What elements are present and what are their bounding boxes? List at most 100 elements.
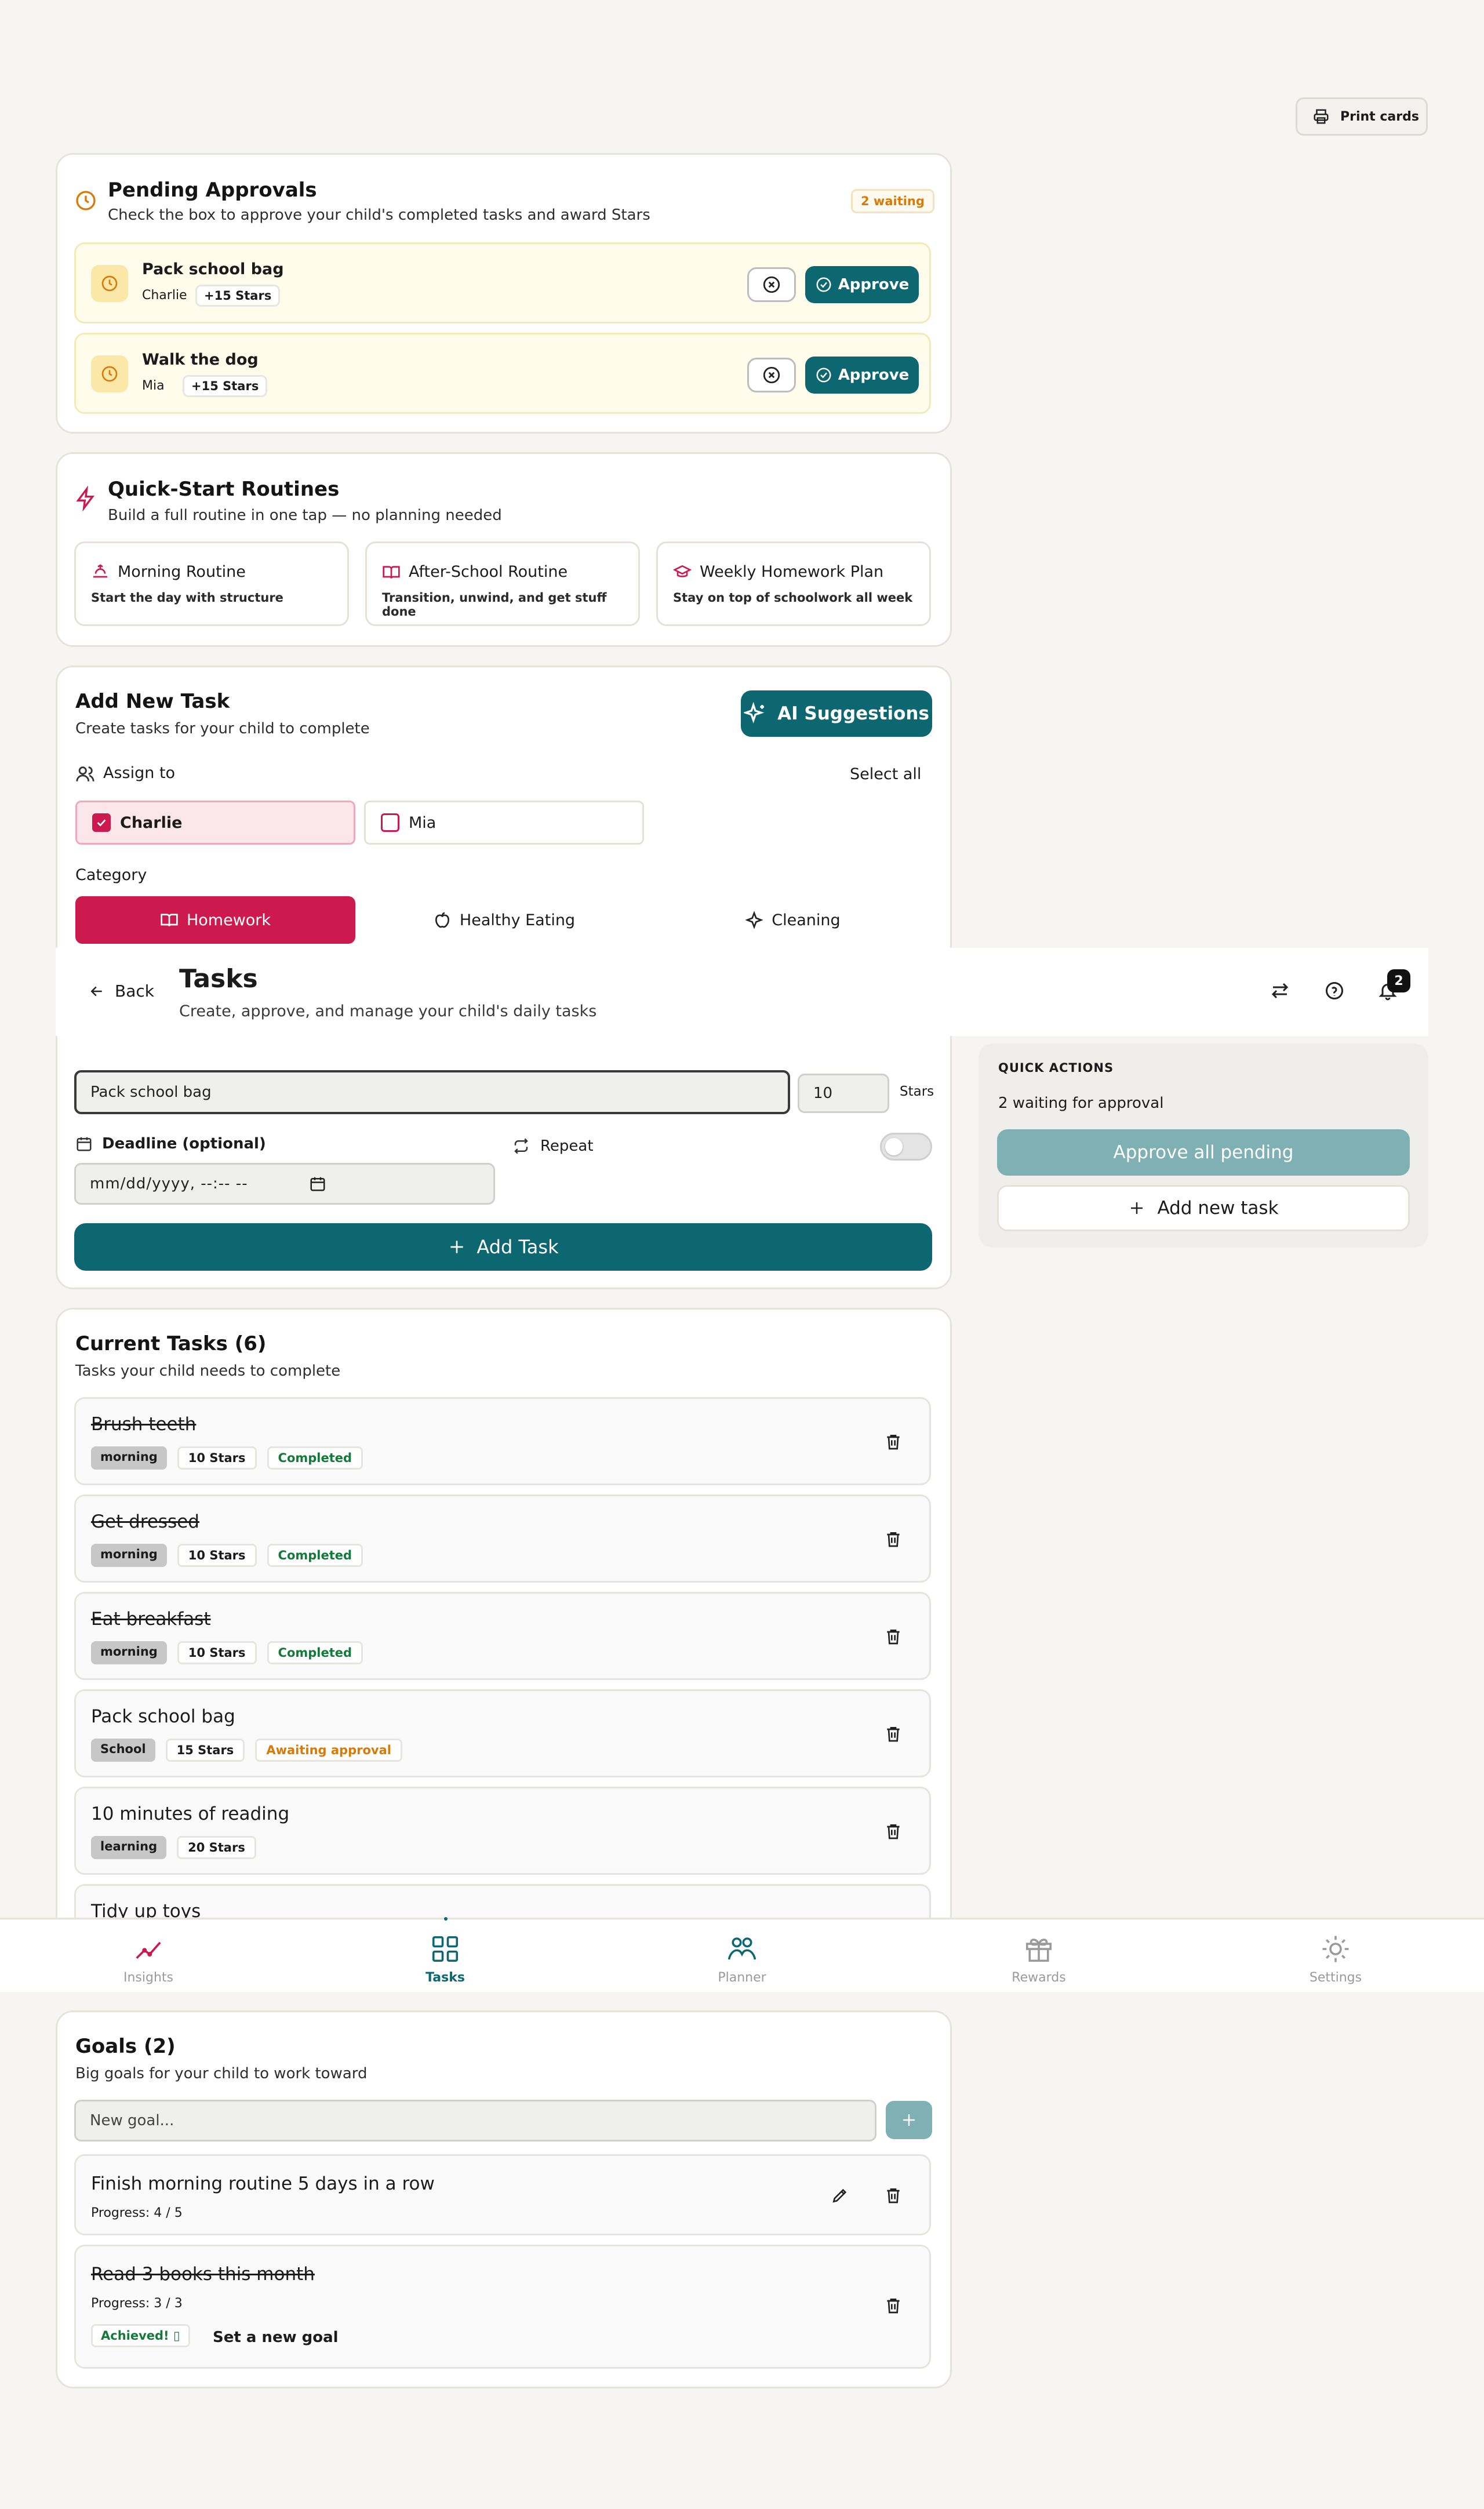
nav-label: Insights	[123, 1970, 173, 1985]
approve-button[interactable]: Approve	[805, 357, 919, 394]
gift-icon	[1023, 1933, 1054, 1965]
nav-rewards[interactable]: Rewards	[969, 1933, 1108, 1985]
trash-icon[interactable]	[884, 1530, 903, 1548]
add-new-task-label: Add new task	[1157, 1198, 1279, 1219]
routine-description: Stay on top of schoolwork all week	[673, 591, 913, 605]
assign-child-mia[interactable]: Mia	[364, 801, 644, 845]
pending-item: Pack school bag Charlie +15 Stars Approv…	[74, 242, 931, 323]
approve-all-pending-button[interactable]: Approve all pending	[997, 1129, 1410, 1176]
book-icon	[382, 563, 401, 581]
deadline-placeholder: mm/dd/yyyy, --:-- --	[90, 1175, 248, 1192]
sparkle-icon	[745, 911, 764, 929]
add-goal-button[interactable]	[886, 2101, 932, 2139]
add-task-title: Add New Task	[75, 690, 230, 713]
achieved-badge: Achieved! ▯	[91, 2324, 190, 2347]
check-circle-icon	[815, 366, 832, 384]
routines-subtitle: Build a full routine in one tap — no pla…	[108, 507, 502, 524]
task-row: Get dressed morning 10 Stars Completed	[74, 1495, 931, 1583]
trash-icon[interactable]	[884, 2296, 903, 2315]
ai-suggestions-button[interactable]: AI Suggestions	[741, 690, 932, 737]
help-icon[interactable]	[1324, 980, 1345, 1001]
print-cards-label: Print cards	[1340, 109, 1419, 124]
task-status-tag: Awaiting approval	[255, 1739, 402, 1762]
routine-morning[interactable]: Morning Routine Start the day with struc…	[74, 541, 349, 626]
stars-badge: +15 Stars	[183, 375, 268, 397]
goals-subtitle: Big goals for your child to work toward	[75, 2065, 368, 2082]
goal-row: Finish morning routine 5 days in a row P…	[74, 2154, 931, 2235]
graduation-cap-icon	[673, 563, 692, 581]
task-category-tag: learning	[91, 1836, 167, 1859]
goal-progress: Progress: 3 / 3	[91, 2296, 183, 2311]
assign-child-charlie[interactable]: Charlie	[75, 801, 355, 845]
deadline-label: Deadline (optional)	[102, 1135, 266, 1152]
trash-icon[interactable]	[884, 1822, 903, 1841]
trash-icon[interactable]	[884, 2186, 903, 2205]
task-status-tag: Completed	[267, 1641, 363, 1664]
approve-label: Approve	[838, 366, 910, 384]
book-icon	[160, 911, 179, 929]
switch-arrows-icon[interactable]	[1270, 980, 1290, 1001]
calendar-picker-icon[interactable]	[309, 1175, 326, 1192]
stars-input[interactable]: 10	[798, 1074, 889, 1113]
sparkles-icon	[744, 702, 767, 725]
select-all-link[interactable]: Select all	[850, 765, 921, 783]
quick-actions-panel: QUICK ACTIONS 2 waiting for approval App…	[979, 1043, 1428, 1248]
goal-name: Finish morning routine 5 days in a row	[91, 2173, 435, 2194]
check-circle-icon	[815, 276, 832, 293]
task-name: Eat breakfast	[91, 1609, 211, 1630]
pending-title: Pending Approvals	[108, 179, 317, 202]
nav-planner[interactable]: Planner	[672, 1933, 812, 1985]
ai-suggestions-label: AI Suggestions	[777, 703, 929, 724]
routine-title: After-School Routine	[409, 563, 568, 581]
nav-insights[interactable]: Insights	[79, 1933, 218, 1985]
repeat-toggle[interactable]	[880, 1133, 932, 1161]
page-header: Back Tasks Create, approve, and manage y…	[56, 948, 1428, 1036]
nav-settings[interactable]: Settings	[1266, 1933, 1405, 1985]
back-button[interactable]: Back	[88, 981, 154, 1001]
child-name: Mia	[409, 813, 437, 832]
category-healthy-eating[interactable]: Healthy Eating	[364, 896, 644, 944]
task-row: 10 minutes of reading learning 20 Stars	[74, 1787, 931, 1875]
task-row: Pack school bag School 15 Stars Awaiting…	[74, 1689, 931, 1777]
back-label: Back	[115, 981, 154, 1001]
plus-icon	[1128, 1199, 1145, 1217]
task-name: Brush teeth	[91, 1414, 197, 1435]
stars-value: 10	[813, 1085, 833, 1102]
pencil-icon[interactable]	[831, 2186, 849, 2205]
reject-button[interactable]	[747, 267, 796, 302]
task-name-input[interactable]: Pack school bag	[74, 1070, 790, 1114]
approve-button[interactable]: Approve	[805, 266, 919, 303]
add-new-task-button[interactable]: Add new task	[997, 1185, 1410, 1231]
nav-label: Planner	[718, 1970, 766, 1985]
trash-icon[interactable]	[884, 1725, 903, 1743]
sunrise-icon	[91, 563, 110, 581]
trash-icon[interactable]	[884, 1627, 903, 1646]
task-row: Eat breakfast morning 10 Stars Completed	[74, 1592, 931, 1680]
apple-icon	[433, 911, 452, 929]
deadline-input[interactable]: mm/dd/yyyy, --:-- --	[74, 1163, 495, 1205]
task-stars-tag: 10 Stars	[177, 1641, 257, 1664]
category-name: Healthy Eating	[459, 911, 576, 929]
set-new-goal-link[interactable]: Set a new goal	[213, 2329, 339, 2346]
checkbox-unchecked[interactable]	[381, 813, 399, 832]
category-homework[interactable]: Homework	[75, 896, 355, 944]
checkbox-checked[interactable]	[92, 813, 111, 832]
task-name: 10 minutes of reading	[91, 1803, 290, 1824]
stars-badge: +15 Stars	[195, 285, 281, 307]
lightning-icon	[74, 486, 97, 511]
task-name-value: Pack school bag	[90, 1083, 212, 1101]
print-cards-button[interactable]: Print cards	[1296, 97, 1428, 136]
add-task-button[interactable]: Add Task	[74, 1223, 932, 1271]
arrow-left-icon	[88, 983, 106, 1000]
routine-after-school[interactable]: After-School Routine Transition, unwind,…	[365, 541, 640, 626]
family-icon	[726, 1933, 758, 1965]
current-tasks-title: Current Tasks (6)	[75, 1332, 267, 1355]
trash-icon[interactable]	[884, 1432, 903, 1451]
routine-weekly-homework[interactable]: Weekly Homework Plan Stay on top of scho…	[656, 541, 931, 626]
task-status-tag: Completed	[267, 1446, 363, 1470]
new-goal-input[interactable]: New goal...	[74, 2100, 876, 2141]
category-cleaning[interactable]: Cleaning	[653, 896, 933, 944]
repeat-label: Repeat	[540, 1137, 594, 1155]
reject-button[interactable]	[747, 358, 796, 392]
nav-tasks[interactable]: Tasks	[376, 1933, 515, 1985]
